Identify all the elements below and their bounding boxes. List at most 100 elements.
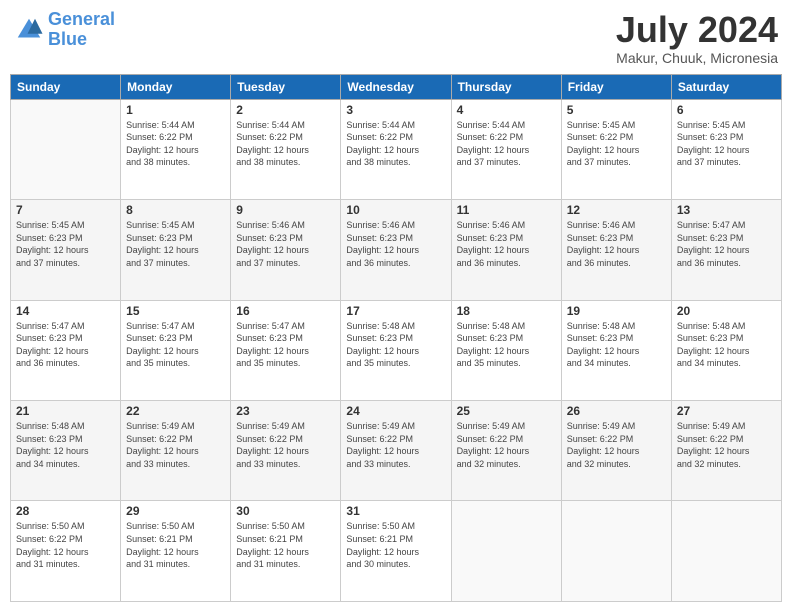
day-number: 9 [236,203,335,217]
calendar-day-cell [11,99,121,199]
calendar-day-cell: 10 Sunrise: 5:46 AMSunset: 6:23 PMDayligh… [341,200,451,300]
day-info: Sunrise: 5:45 AMSunset: 6:23 PMDaylight:… [677,119,776,169]
calendar-day-header: Saturday [671,74,781,99]
calendar-day-cell: 1 Sunrise: 5:44 AMSunset: 6:22 PMDaylight… [121,99,231,199]
calendar-day-cell: 14Sunrise: 5:47 AMSunset: 6:23 PMDayligh… [11,300,121,400]
day-info: Sunrise: 5:50 AMSunset: 6:21 PMDaylight:… [236,520,335,570]
day-info: Sunrise: 5:45 AMSunset: 6:23 PMDaylight:… [126,219,225,269]
logo-text: General Blue [48,10,115,50]
calendar-day-cell: 5 Sunrise: 5:45 AMSunset: 6:22 PMDaylight… [561,99,671,199]
day-info: Sunrise: 5:49 AMSunset: 6:22 PMDaylight:… [567,420,666,470]
day-info: Sunrise: 5:47 AMSunset: 6:23 PMDaylight:… [677,219,776,269]
day-number: 20 [677,304,776,318]
day-number: 21 [16,404,115,418]
calendar-day-cell: 2 Sunrise: 5:44 AMSunset: 6:22 PMDaylight… [231,99,341,199]
day-info: Sunrise: 5:44 AMSunset: 6:22 PMDaylight:… [346,119,445,169]
calendar-day-cell: 4 Sunrise: 5:44 AMSunset: 6:22 PMDaylight… [451,99,561,199]
calendar-day-cell: 11 Sunrise: 5:46 AMSunset: 6:23 PMDayligh… [451,200,561,300]
day-info: Sunrise: 5:50 AMSunset: 6:21 PMDaylight:… [126,520,225,570]
day-info: Sunrise: 5:46 AMSunset: 6:23 PMDaylight:… [236,219,335,269]
day-number: 24 [346,404,445,418]
day-info: Sunrise: 5:45 AMSunset: 6:22 PMDaylight:… [567,119,666,169]
calendar-day-cell: 20 Sunrise: 5:48 AMSunset: 6:23 PMDayligh… [671,300,781,400]
calendar-day-header: Tuesday [231,74,341,99]
logo-line1: General [48,9,115,29]
calendar-week-row: 7 Sunrise: 5:45 AMSunset: 6:23 PMDaylight… [11,200,782,300]
calendar-day-cell: 23Sunrise: 5:49 AMSunset: 6:22 PMDayligh… [231,401,341,501]
day-number: 29 [126,504,225,518]
day-number: 16 [236,304,335,318]
logo-icon [14,15,44,45]
calendar-day-cell: 31 Sunrise: 5:50 AMSunset: 6:21 PMDayligh… [341,501,451,602]
day-number: 5 [567,103,666,117]
calendar-day-cell [671,501,781,602]
day-info: Sunrise: 5:46 AMSunset: 6:23 PMDaylight:… [457,219,556,269]
logo-line2: Blue [48,30,115,50]
calendar-week-row: 14 Sunrise: 5:47 AMSunset: 6:23 PMDayligh… [11,300,782,400]
calendar-day-header: Friday [561,74,671,99]
day-info: Sunrise: 5:47 AMSunset: 6:23 PMDaylight:… [126,320,225,370]
calendar-day-cell: 27 Sunrise: 5:49 AMSunset: 6:22 PMDayligh… [671,401,781,501]
day-info: Sunrise: 5:46 AMSunset: 6:23 PMDaylight:… [346,219,445,269]
day-number: 12 [567,203,666,217]
day-info: Sunrise: 5:46 AMSunset: 6:23 PMDaylight:… [567,219,666,269]
calendar-day-cell: 12 Sunrise: 5:46 AMSunset: 6:23 PMDayligh… [561,200,671,300]
day-number: 23 [236,404,335,418]
day-info: Sunrise: 5:44 AMSunset: 6:22 PMDaylight:… [457,119,556,169]
day-info: Sunrise: 5:48 AMSunset: 6:23 PMDaylight:… [677,320,776,370]
calendar-day-cell: 21 Sunrise: 5:48 AMSunset: 6:23 PMDayligh… [11,401,121,501]
day-number: 17 [346,304,445,318]
day-info: Sunrise: 5:44 AMSunset: 6:22 PMDaylight:… [236,119,335,169]
calendar-day-cell: 8 Sunrise: 5:45 AMSunset: 6:23 PMDaylight… [121,200,231,300]
calendar-day-cell: 22 Sunrise: 5:49 AMSunset: 6:22 PMDayligh… [121,401,231,501]
day-number: 10 [346,203,445,217]
page: General Blue July 2024 Makur, Chuuk, Mic… [0,0,792,612]
day-number: 4 [457,103,556,117]
day-info: Sunrise: 5:48 AMSunset: 6:23 PMDaylight:… [567,320,666,370]
day-info: Sunrise: 5:48 AMSunset: 6:23 PMDaylight:… [16,420,115,470]
calendar-day-cell: 18Sunrise: 5:48 AMSunset: 6:23 PMDayligh… [451,300,561,400]
day-number: 28 [16,504,115,518]
day-info: Sunrise: 5:48 AMSunset: 6:23 PMDaylight:… [346,320,445,370]
day-number: 15 [126,304,225,318]
calendar-day-cell: 13 Sunrise: 5:47 AMSunset: 6:23 PMDayligh… [671,200,781,300]
calendar-day-cell: 6 Sunrise: 5:45 AMSunset: 6:23 PMDaylight… [671,99,781,199]
calendar-day-cell: 24Sunrise: 5:49 AMSunset: 6:22 PMDayligh… [341,401,451,501]
day-number: 7 [16,203,115,217]
day-info: Sunrise: 5:49 AMSunset: 6:22 PMDaylight:… [457,420,556,470]
day-number: 2 [236,103,335,117]
calendar-day-cell: 15 Sunrise: 5:47 AMSunset: 6:23 PMDayligh… [121,300,231,400]
calendar-day-cell: 7 Sunrise: 5:45 AMSunset: 6:23 PMDaylight… [11,200,121,300]
day-info: Sunrise: 5:50 AMSunset: 6:21 PMDaylight:… [346,520,445,570]
day-number: 11 [457,203,556,217]
subtitle: Makur, Chuuk, Micronesia [616,50,778,66]
calendar-table: SundayMondayTuesdayWednesdayThursdayFrid… [10,74,782,602]
day-info: Sunrise: 5:49 AMSunset: 6:22 PMDaylight:… [126,420,225,470]
day-info: Sunrise: 5:44 AMSunset: 6:22 PMDaylight:… [126,119,225,169]
calendar-day-cell: 16Sunrise: 5:47 AMSunset: 6:23 PMDayligh… [231,300,341,400]
day-number: 13 [677,203,776,217]
day-number: 8 [126,203,225,217]
calendar-day-cell [561,501,671,602]
day-info: Sunrise: 5:49 AMSunset: 6:22 PMDaylight:… [677,420,776,470]
day-info: Sunrise: 5:50 AMSunset: 6:22 PMDaylight:… [16,520,115,570]
day-info: Sunrise: 5:48 AMSunset: 6:23 PMDaylight:… [457,320,556,370]
calendar-week-row: 21 Sunrise: 5:48 AMSunset: 6:23 PMDayligh… [11,401,782,501]
calendar-week-row: 28 Sunrise: 5:50 AMSunset: 6:22 PMDayligh… [11,501,782,602]
calendar-day-cell: 30 Sunrise: 5:50 AMSunset: 6:21 PMDayligh… [231,501,341,602]
calendar-header-row: SundayMondayTuesdayWednesdayThursdayFrid… [11,74,782,99]
calendar-day-header: Sunday [11,74,121,99]
day-number: 6 [677,103,776,117]
day-number: 26 [567,404,666,418]
header: General Blue July 2024 Makur, Chuuk, Mic… [10,10,782,66]
day-info: Sunrise: 5:45 AMSunset: 6:23 PMDaylight:… [16,219,115,269]
day-number: 3 [346,103,445,117]
day-number: 27 [677,404,776,418]
day-number: 31 [346,504,445,518]
day-number: 1 [126,103,225,117]
day-number: 30 [236,504,335,518]
day-number: 22 [126,404,225,418]
calendar-day-cell: 17 Sunrise: 5:48 AMSunset: 6:23 PMDayligh… [341,300,451,400]
day-number: 14 [16,304,115,318]
calendar-day-cell: 28 Sunrise: 5:50 AMSunset: 6:22 PMDayligh… [11,501,121,602]
